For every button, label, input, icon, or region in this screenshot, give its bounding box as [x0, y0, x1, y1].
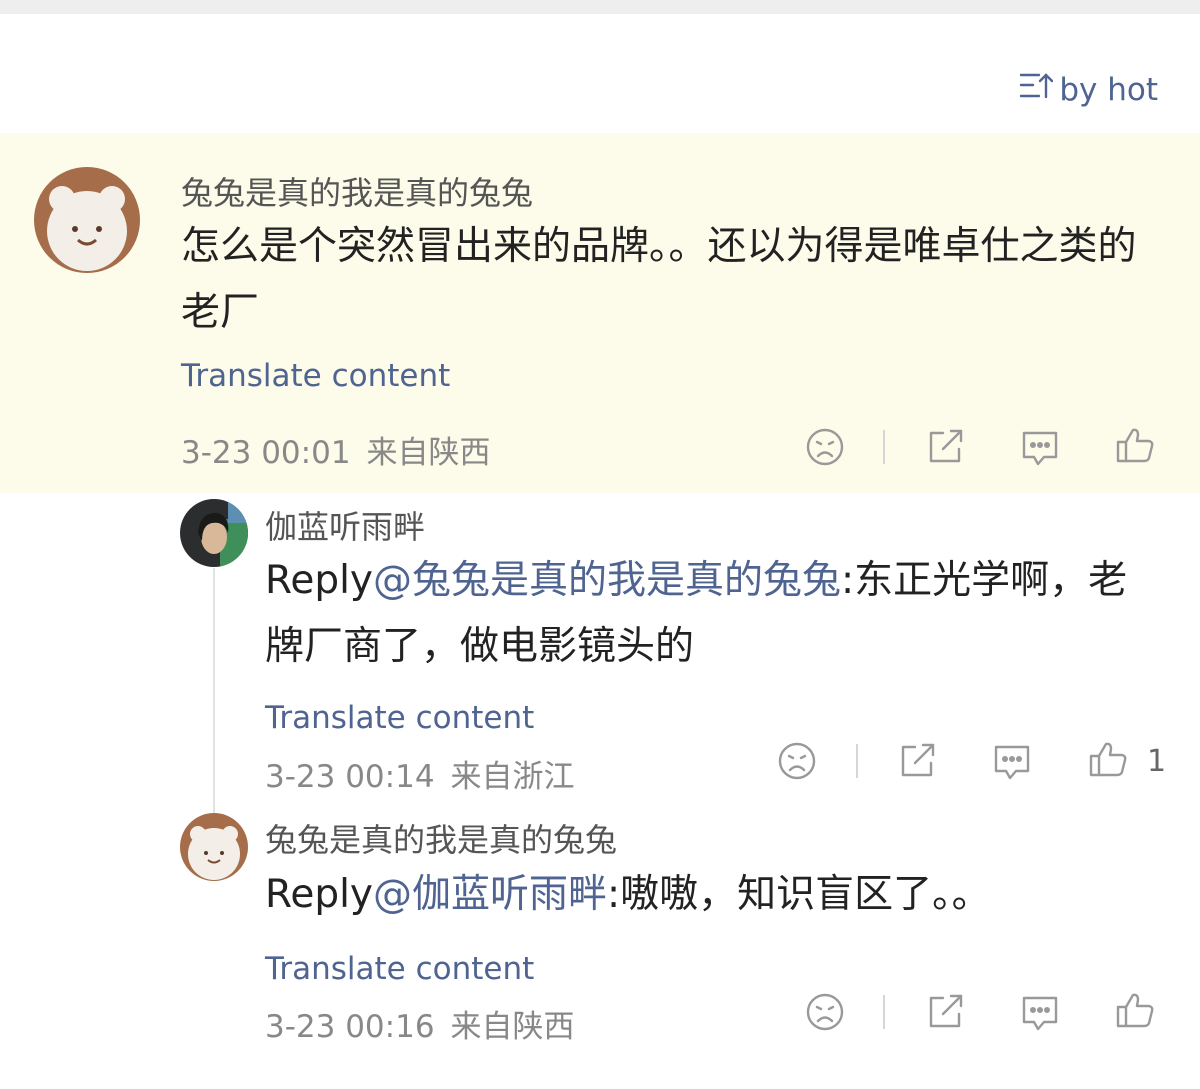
location: 来自浙江: [450, 759, 575, 795]
avatar[interactable]: [180, 813, 248, 881]
timestamp: 3-23 00:16: [265, 1009, 435, 1045]
top-strip: [0, 0, 1200, 14]
mention-link[interactable]: @伽蓝听雨畔: [373, 872, 607, 917]
like-count: 1: [1147, 744, 1167, 779]
comment-meta: 3-23 00:16 来自陕西: [265, 1001, 575, 1046]
comment-text-content: 怎么是个突然冒出来的品牌。。还以为得是唯卓仕之类的老厂: [181, 224, 1137, 335]
username[interactable]: 伽蓝听雨畔: [265, 502, 425, 548]
comment-text-content: :嗷嗷，知识盲区了。。: [607, 872, 991, 917]
translate-link[interactable]: Translate content: [265, 951, 534, 987]
location: 来自陕西: [366, 435, 491, 471]
like-icon[interactable]: [1113, 423, 1157, 467]
sort-by-hot-button[interactable]: by hot: [1019, 70, 1158, 110]
timestamp: 3-23 00:01: [181, 435, 351, 471]
location: 来自陕西: [450, 1009, 575, 1045]
sort-label: by hot: [1059, 72, 1158, 108]
reply-prefix: Reply: [265, 872, 374, 917]
dislike-icon[interactable]: [803, 425, 847, 469]
username[interactable]: 兔兔是真的我是真的兔兔: [265, 815, 617, 861]
action-divider: [883, 430, 885, 464]
avatar[interactable]: [180, 499, 248, 567]
comment-meta: 3-23 00:14 来自浙江: [265, 751, 575, 796]
like-icon[interactable]: [1086, 737, 1130, 781]
dislike-icon[interactable]: [803, 990, 847, 1034]
share-icon[interactable]: [895, 739, 939, 783]
like-icon[interactable]: [1113, 988, 1157, 1032]
translate-link[interactable]: Translate content: [181, 358, 450, 394]
comment-text: Reply@兔兔是真的我是真的兔兔:东正光学啊，老牌厂商了，做电影镜头的: [265, 548, 1150, 680]
share-icon[interactable]: [923, 425, 967, 469]
action-divider: [883, 995, 885, 1029]
comment-icon[interactable]: [990, 739, 1034, 783]
avatar[interactable]: [34, 167, 140, 273]
translate-link[interactable]: Translate content: [265, 700, 534, 736]
comment-meta: 3-23 00:01 来自陕西: [181, 427, 491, 472]
comment-text: 怎么是个突然冒出来的品牌。。还以为得是唯卓仕之类的老厂: [181, 214, 1151, 346]
share-icon[interactable]: [923, 990, 967, 1034]
sort-icon: [1019, 69, 1054, 111]
comment-icon[interactable]: [1018, 425, 1062, 469]
action-divider: [856, 744, 858, 778]
username[interactable]: 兔兔是真的我是真的兔兔: [181, 168, 533, 214]
dislike-icon[interactable]: [775, 739, 819, 783]
reply-prefix: Reply: [265, 558, 374, 603]
comment-icon[interactable]: [1018, 990, 1062, 1034]
timestamp: 3-23 00:14: [265, 759, 435, 795]
mention-link[interactable]: @兔兔是真的我是真的兔兔: [373, 558, 841, 603]
comment-text: Reply@伽蓝听雨畔:嗷嗷，知识盲区了。。: [265, 862, 1150, 928]
thread-line: [213, 568, 215, 814]
